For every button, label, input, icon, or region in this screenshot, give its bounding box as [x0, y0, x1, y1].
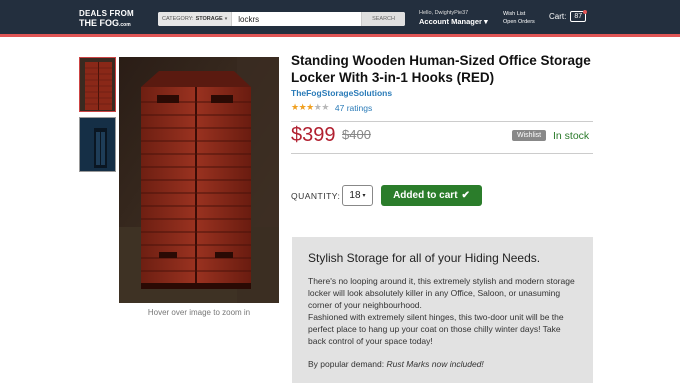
ratings-count-link[interactable]: 47 ratings — [335, 103, 372, 113]
cart-count-badge: 87 — [570, 10, 588, 22]
star-filled-icon: ★ — [291, 102, 299, 112]
zoom-hint: Hover over image to zoom in — [147, 308, 251, 317]
thumbnail-red-locker[interactable] — [79, 57, 116, 112]
category-value: STORAGE — [195, 16, 223, 22]
quantity-value: 18 — [349, 190, 361, 201]
popular-demand-note: By popular demand: Rust Marks now includ… — [308, 359, 484, 369]
account-greeting: Hello, DwightyPie37 — [419, 10, 469, 16]
wish-list-link[interactable]: Wish List — [503, 10, 535, 18]
divider — [291, 153, 593, 154]
chevron-down-icon: ▾ — [484, 17, 488, 26]
add-to-cart-button[interactable]: Added to cart ✔ — [381, 185, 482, 206]
chevron-down-icon: ▾ — [224, 16, 228, 22]
thumbnail-blue-locker[interactable] — [79, 117, 116, 172]
add-to-cart-label: Added to cart — [393, 190, 458, 201]
category-label: CATEGORY: — [162, 16, 194, 22]
product-title: Standing Wooden Human-Sized Office Stora… — [291, 53, 591, 85]
wishlist-button[interactable]: Wishlist — [512, 130, 547, 141]
search-input[interactable] — [232, 12, 362, 26]
red-locker-image — [119, 57, 279, 303]
site-logo[interactable]: DEALS FROM THE FOG.com — [79, 9, 134, 30]
cart-label: Cart: — [549, 12, 567, 21]
account-menu[interactable]: Hello, DwightyPie37 Account Manager ▾ — [419, 10, 488, 26]
search-button[interactable]: SEARCH — [361, 12, 405, 26]
category-dropdown[interactable]: CATEGORY: STORAGE ▾ — [158, 12, 233, 26]
checkmark-icon: ✔ — [461, 190, 470, 201]
description-paragraph: Fashioned with extremely silent hinges, … — [308, 312, 564, 346]
old-price: $400 — [342, 127, 371, 142]
chevron-down-icon: ▾ — [362, 193, 366, 199]
current-price: $399 — [291, 124, 336, 146]
divider — [291, 121, 593, 122]
open-orders-link[interactable]: Open Orders — [503, 18, 535, 26]
star-filled-icon: ★ — [306, 102, 314, 112]
notification-dot — [583, 10, 588, 14]
star-empty-icon: ★ — [321, 102, 329, 112]
site-header: DEALS FROM THE FOG.com CATEGORY: STORAGE… — [0, 0, 680, 37]
blue-locker-thumbnail-image — [80, 118, 115, 171]
search-bar: CATEGORY: STORAGE ▾ SEARCH — [158, 12, 405, 26]
quantity-label: QUANTITY: — [291, 191, 341, 201]
cart-button[interactable]: Cart: 87 — [549, 10, 588, 22]
product-description: Stylish Storage for all of your Hiding N… — [292, 237, 593, 383]
logo-line1: DEALS FROM — [79, 9, 134, 18]
stock-status: In stock — [553, 130, 590, 142]
description-paragraph: There's no looping around it, this extre… — [308, 276, 575, 310]
red-locker-thumbnail-image — [80, 58, 115, 111]
logo-line2: THE FOG.com — [79, 18, 131, 29]
quantity-select[interactable]: 18 ▾ — [342, 185, 373, 206]
rating-row: ★★★★★ 47 ratings — [291, 102, 372, 113]
description-heading: Stylish Storage for all of your Hiding N… — [308, 251, 541, 265]
star-rating-icon: ★★★★★ — [291, 102, 329, 113]
orders-links: Wish List Open Orders — [503, 10, 535, 26]
product-main-image[interactable] — [119, 57, 279, 303]
seller-link[interactable]: TheFogStorageSolutions — [291, 88, 392, 98]
account-manager-label: Account Manager ▾ — [419, 17, 488, 26]
